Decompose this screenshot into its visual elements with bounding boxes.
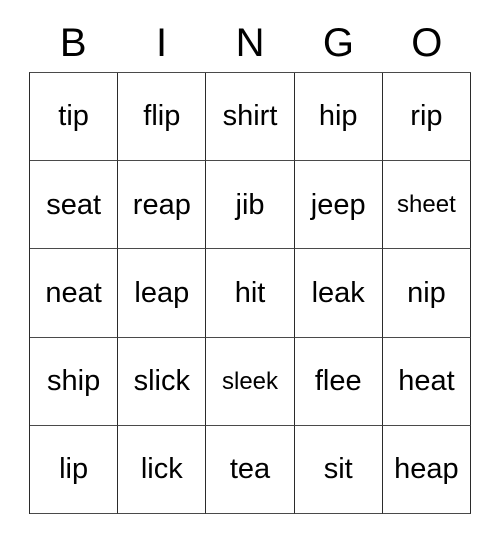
- bingo-row: ship slick sleek flee heat: [30, 337, 472, 426]
- bingo-cell[interactable]: lip: [30, 425, 119, 515]
- bingo-header-letter-n: N: [235, 21, 265, 65]
- bingo-cell[interactable]: leap: [118, 249, 207, 338]
- bingo-cell-label: tip: [58, 100, 89, 133]
- bingo-cell-label: nip: [407, 276, 446, 309]
- bingo-cell[interactable]: sit: [294, 425, 383, 515]
- bingo-header-row: B I N G O: [29, 0, 471, 72]
- bingo-cell-label: heap: [394, 453, 459, 486]
- bingo-cell[interactable]: hip: [294, 73, 383, 162]
- bingo-cell[interactable]: leak: [294, 249, 383, 338]
- bingo-cell-label: leap: [134, 276, 190, 309]
- bingo-cell[interactable]: reap: [118, 161, 207, 250]
- bingo-card: B I N G O tip flip shirt hip rip seat re…: [29, 0, 472, 515]
- bingo-row: neat leap hit leak nip: [30, 249, 472, 338]
- bingo-row: lip lick tea sit heap: [30, 425, 472, 515]
- bingo-cell[interactable]: shirt: [206, 73, 295, 162]
- bingo-cell-label: lick: [140, 453, 183, 486]
- bingo-cell-label: flee: [314, 364, 362, 397]
- bingo-row: seat reap jib jeep sheet: [30, 161, 472, 250]
- bingo-cell-label: jib: [235, 188, 265, 221]
- bingo-grid: tip flip shirt hip rip seat reap jib jee…: [29, 72, 472, 515]
- bingo-cell-label: slick: [133, 364, 190, 397]
- bingo-cell[interactable]: seat: [30, 161, 119, 250]
- bingo-header-letter-g: G: [322, 21, 354, 65]
- bingo-cell-label: neat: [45, 276, 102, 309]
- bingo-cell[interactable]: slick: [118, 337, 207, 426]
- bingo-cell[interactable]: nip: [382, 249, 472, 338]
- bingo-cell[interactable]: lick: [118, 425, 207, 515]
- bingo-cell[interactable]: jib: [206, 161, 295, 250]
- bingo-cell[interactable]: sheet: [382, 161, 472, 250]
- bingo-cell-label: reap: [132, 188, 191, 221]
- bingo-header-letter-b: B: [59, 21, 87, 65]
- bingo-cell-label: heat: [398, 364, 455, 397]
- bingo-cell-label: sheet: [397, 191, 456, 219]
- bingo-cell[interactable]: rip: [382, 73, 472, 162]
- bingo-cell[interactable]: tip: [30, 73, 119, 162]
- bingo-cell[interactable]: tea: [206, 425, 295, 515]
- bingo-cell[interactable]: flee: [294, 337, 383, 426]
- bingo-cell-label: shirt: [222, 100, 278, 133]
- bingo-header-letter-o: O: [411, 21, 443, 65]
- bingo-cell[interactable]: flip: [118, 73, 207, 162]
- bingo-cell[interactable]: heap: [382, 425, 472, 515]
- bingo-cell-label: ship: [47, 364, 101, 397]
- bingo-cell-label: tea: [229, 453, 271, 486]
- bingo-cell-label: jeep: [310, 188, 366, 221]
- bingo-cell[interactable]: ship: [30, 337, 119, 426]
- bingo-cell-label: seat: [46, 188, 102, 221]
- bingo-cell-label: sit: [323, 453, 353, 486]
- bingo-cell-label: lip: [59, 453, 89, 486]
- bingo-cell-label: flip: [143, 100, 181, 133]
- bingo-cell-label: hit: [234, 276, 266, 309]
- bingo-cell-label: leak: [311, 276, 365, 309]
- bingo-row: tip flip shirt hip rip: [30, 73, 472, 162]
- bingo-header-letter-i: I: [156, 21, 168, 65]
- bingo-cell[interactable]: heat: [382, 337, 472, 426]
- bingo-cell[interactable]: hit: [206, 249, 295, 338]
- bingo-cell-label: hip: [318, 100, 358, 133]
- bingo-cell[interactable]: sleek: [206, 337, 295, 426]
- bingo-cell-label: rip: [410, 100, 443, 133]
- bingo-cell[interactable]: jeep: [294, 161, 383, 250]
- bingo-cell[interactable]: neat: [30, 249, 119, 338]
- bingo-cell-label: sleek: [221, 367, 279, 395]
